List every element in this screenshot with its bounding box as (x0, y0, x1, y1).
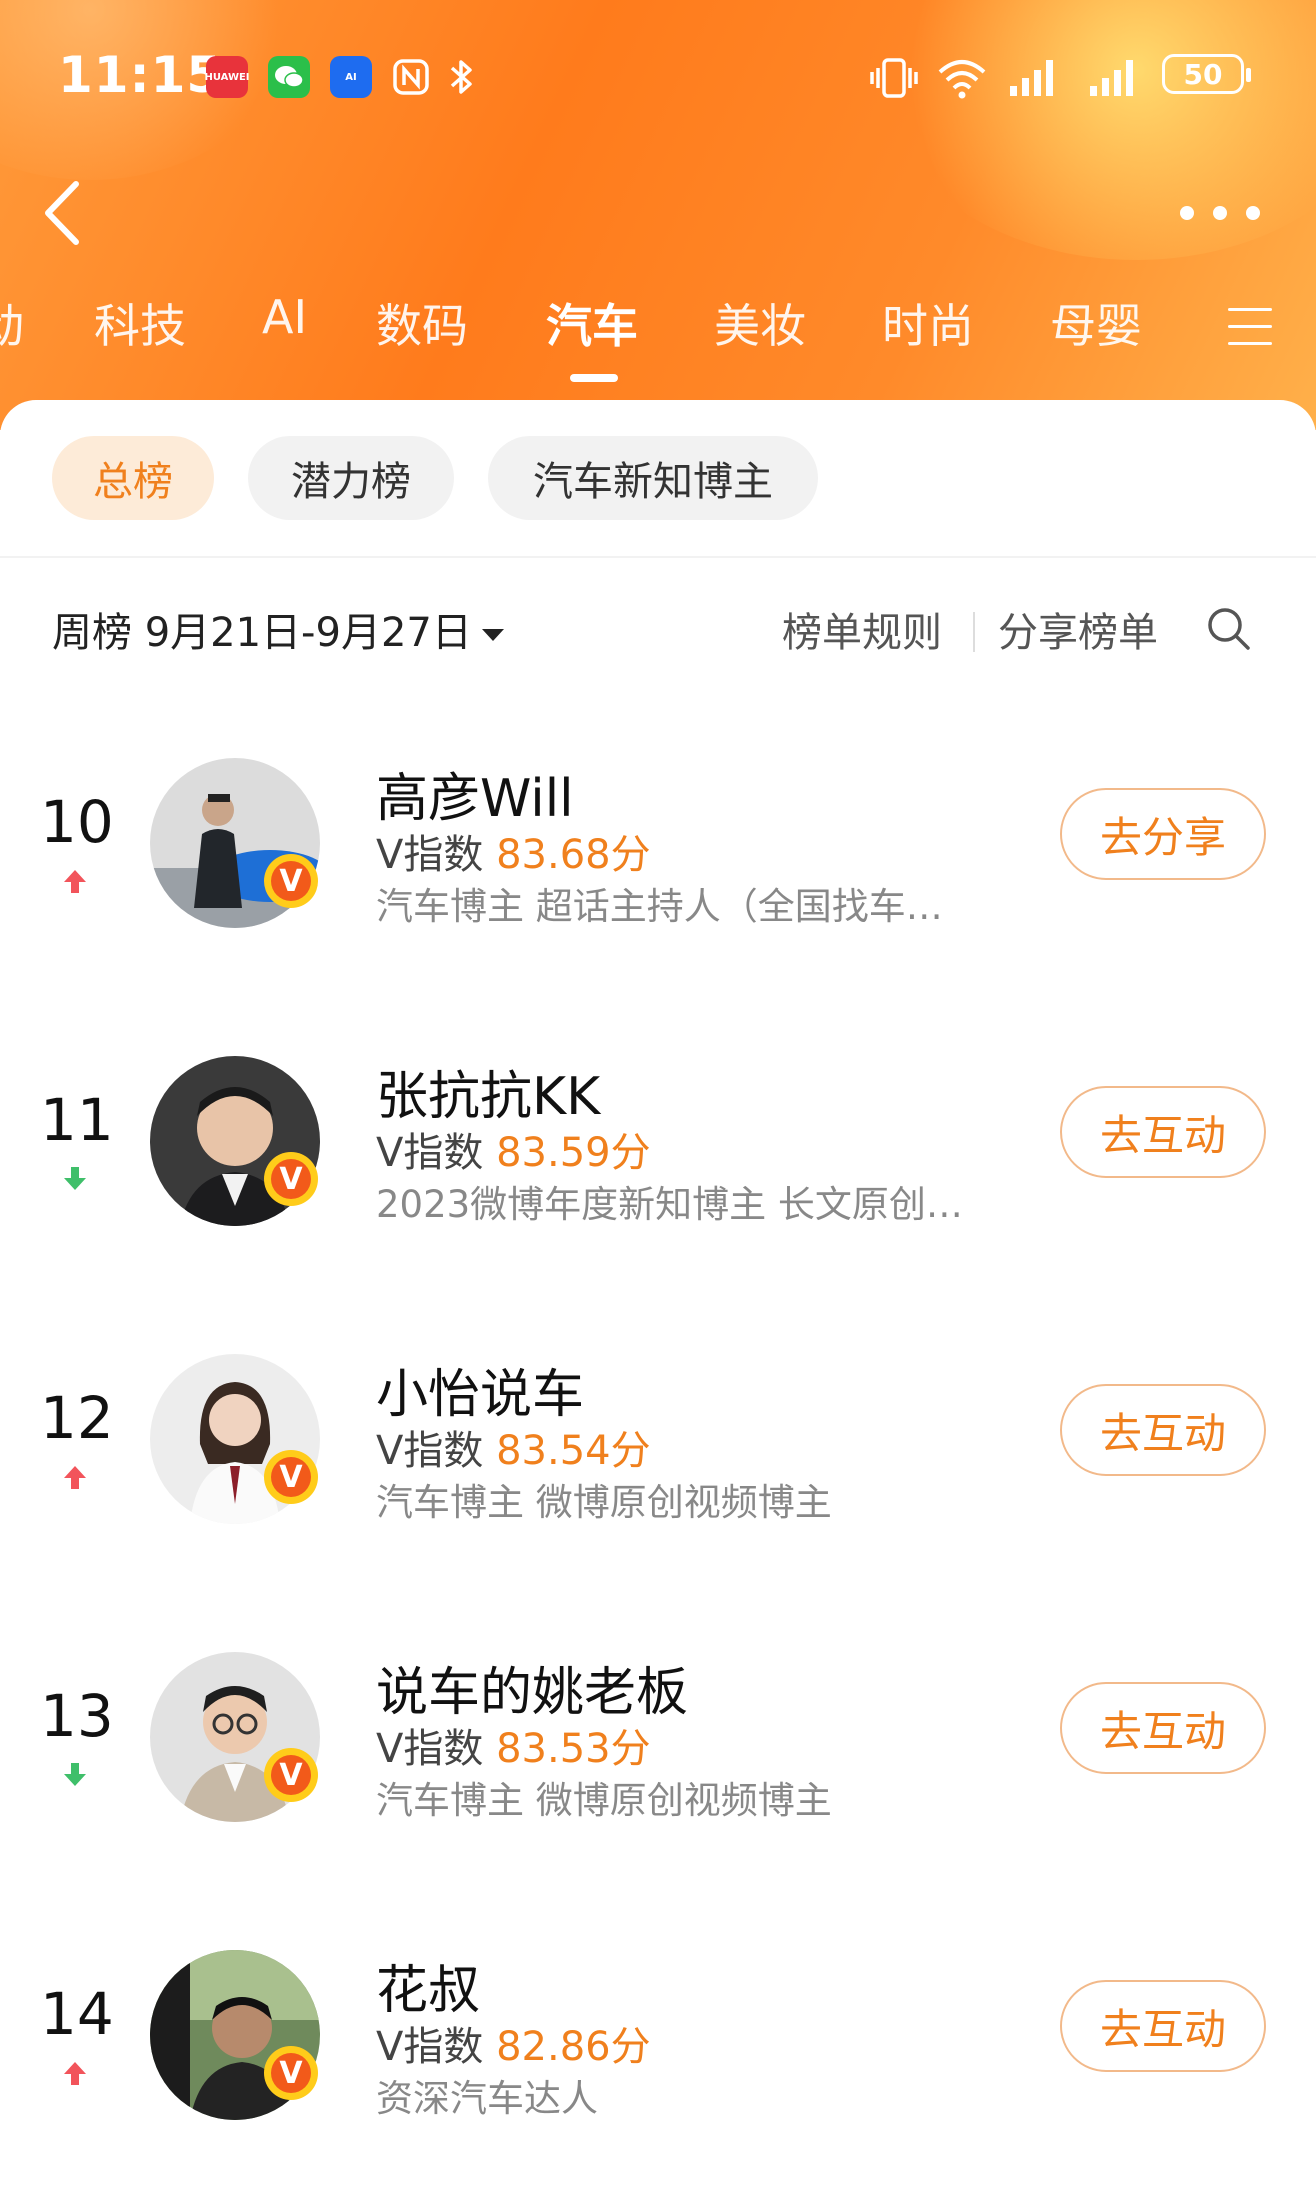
search-button[interactable] (1204, 604, 1254, 654)
bluetooth-icon (440, 56, 482, 98)
trend-down-icon (64, 1167, 86, 1190)
v-index-score: 82.86分 (496, 2024, 651, 2070)
tab-digital[interactable]: 数码 (376, 290, 468, 356)
more-options-button[interactable] (1180, 198, 1260, 228)
verified-badge-icon: V (264, 1450, 318, 1504)
vibrate-icon (868, 56, 920, 100)
v-index: V指数 83.68分 (376, 822, 651, 880)
interact-button[interactable]: 去互动 (1060, 1384, 1266, 1476)
tab-partial[interactable]: 动 (0, 290, 24, 356)
v-index: V指数 83.54分 (376, 1418, 651, 1476)
v-index-score: 83.53分 (496, 1726, 651, 1772)
menu-line-icon (1228, 325, 1272, 328)
v-index: V指数 82.86分 (376, 2014, 651, 2072)
v-index-label: V指数 (376, 1428, 484, 1474)
section-divider (0, 556, 1316, 558)
status-bar: 11:15 HUAWEI AI 50 (0, 40, 1316, 120)
v-index-label: V指数 (376, 1130, 484, 1176)
blogger-description: 汽车博主 微博原创视频博主 (376, 1481, 832, 1524)
verified-badge-icon: V (264, 1748, 318, 1802)
tab-ai[interactable]: AI (262, 290, 307, 344)
caret-down-icon (481, 629, 504, 641)
rank-number: 11 (40, 1086, 114, 1154)
tab-auto[interactable]: 汽车 (546, 290, 638, 356)
interact-button[interactable]: 去互动 (1060, 1086, 1266, 1178)
menu-line-icon (1228, 308, 1272, 311)
trend-up-icon (64, 2062, 86, 2085)
battery-indicator: 50 (1162, 54, 1251, 94)
ai-icon: AI (330, 56, 372, 98)
blogger-description: 汽车博主 超话主持人（全国找车… (376, 885, 943, 928)
rank-number: 14 (40, 1980, 114, 2048)
v-index: V指数 83.53分 (376, 1716, 651, 1774)
share-list-link[interactable]: 分享榜单 (998, 600, 1158, 658)
rank-number: 12 (40, 1384, 114, 1452)
trend-up-icon (64, 1466, 86, 1489)
rank-number: 10 (40, 788, 114, 856)
verified-badge-icon: V (264, 2046, 318, 2100)
period-selector[interactable]: 周榜 9月21日-9月27日 (52, 600, 504, 658)
v-index-label: V指数 (376, 2024, 484, 2070)
share-button[interactable]: 去分享 (1060, 788, 1266, 880)
chevron-left-icon (45, 181, 79, 245)
v-index-score: 83.54分 (496, 1428, 651, 1474)
signal-2-icon (1088, 56, 1144, 100)
tab-fashion[interactable]: 时尚 (882, 290, 974, 356)
period-label: 周榜 9月21日-9月27日 (52, 610, 472, 656)
huawei-appgallery-icon: HUAWEI (204, 56, 250, 98)
search-icon (1208, 608, 1250, 650)
chip-new-knowledge[interactable]: 汽车新知博主 (488, 436, 818, 520)
tab-parenting[interactable]: 母婴 (1050, 290, 1142, 356)
tab-tech[interactable]: 科技 (94, 290, 186, 356)
blogger-name[interactable]: 高彦Will (376, 756, 574, 831)
chip-overall[interactable]: 总榜 (52, 436, 214, 520)
blogger-name[interactable]: 花叔 (376, 1948, 480, 2023)
blogger-description: 2023微博年度新知博主 长文原创… (376, 1183, 963, 1226)
list-item[interactable]: 12 V 小怡说车 V指数 83.54分 汽车博主 微博原创视频博主 去互动 (0, 1334, 1316, 1534)
blogger-name[interactable]: 张抗抗KK (376, 1054, 600, 1129)
nfc-icon (390, 56, 432, 98)
more-dot-icon (1246, 206, 1260, 220)
category-tabs: 动 科技 AI 数码 汽车 美妆 时尚 母婴 (0, 290, 1316, 370)
list-item[interactable]: 14 V 花叔 V指数 82.86分 资深汽车达人 去互动 (0, 1930, 1316, 2130)
chip-potential[interactable]: 潜力榜 (248, 436, 454, 520)
v-index-label: V指数 (376, 1726, 484, 1772)
more-dot-icon (1213, 206, 1227, 220)
tab-beauty[interactable]: 美妆 (714, 290, 806, 356)
back-button[interactable] (40, 178, 90, 248)
interact-button[interactable]: 去互动 (1060, 1682, 1266, 1774)
list-item[interactable]: 10 V 高彦Will V指数 83.68分 汽车博主 超话主持人（全国找车… … (0, 738, 1316, 938)
menu-line-icon (1228, 342, 1272, 345)
blogger-description: 资深汽车达人 (376, 2077, 598, 2120)
blogger-name[interactable]: 小怡说车 (376, 1352, 584, 1427)
tab-menu-button[interactable] (1228, 308, 1272, 348)
more-dot-icon (1180, 206, 1194, 220)
v-index-label: V指数 (376, 832, 484, 878)
link-separator (973, 612, 975, 652)
v-index: V指数 83.59分 (376, 1120, 651, 1178)
list-item[interactable]: 11 V 张抗抗KK V指数 83.59分 2023微博年度新知博主 长文原创…… (0, 1036, 1316, 1236)
header-background: 11:15 HUAWEI AI 50 动 科技 AI 数码 汽车 美妆 时尚 母… (0, 0, 1316, 430)
wechat-icon (268, 56, 310, 98)
blogger-description: 汽车博主 微博原创视频博主 (376, 1779, 832, 1822)
trend-up-icon (64, 870, 86, 893)
rules-link[interactable]: 榜单规则 (782, 600, 942, 658)
interact-button[interactable]: 去互动 (1060, 1980, 1266, 2072)
wifi-icon (936, 56, 988, 100)
list-item[interactable]: 13 V 说车的姚老板 V指数 83.53分 汽车博主 微博原创视频博主 去互动 (0, 1632, 1316, 1832)
blogger-name[interactable]: 说车的姚老板 (376, 1650, 688, 1725)
v-index-score: 83.68分 (496, 832, 651, 878)
status-time: 11:15 (58, 46, 223, 104)
signal-1-icon (1008, 56, 1064, 100)
rank-number: 13 (40, 1682, 114, 1750)
verified-badge-icon: V (264, 1152, 318, 1206)
verified-badge-icon: V (264, 854, 318, 908)
active-tab-indicator (570, 374, 618, 382)
v-index-score: 83.59分 (496, 1130, 651, 1176)
trend-down-icon (64, 1763, 86, 1786)
